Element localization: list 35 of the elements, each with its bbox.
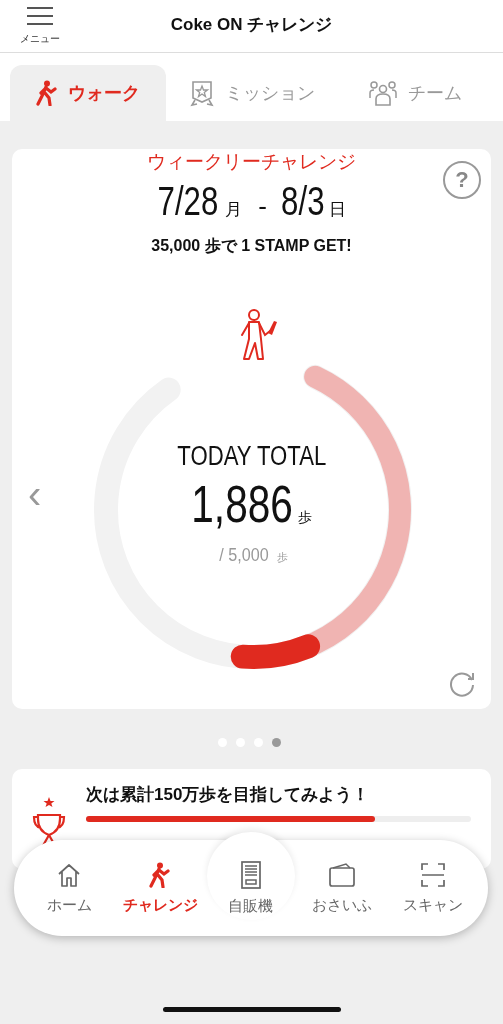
end-date: 8/3 [281,179,325,224]
tab[interactable]: ミッション [173,65,330,121]
goal-text: 35,000 歩で 1 STAMP GET! [150,236,353,256]
home-indicator[interactable] [163,1007,341,1012]
help-button[interactable]: ? [443,161,481,199]
badge-icon [188,79,215,107]
menu-icon [27,6,53,26]
page-title: Coke ON チャレンジ [170,14,333,36]
nav-item[interactable]: スキャン [387,861,478,915]
goal-message: 次は累計150万歩を目指してみよう！ [86,784,371,806]
nav-item[interactable]: ホーム [24,861,115,915]
nav-item[interactable]: 自販機 [205,860,297,916]
today-label: TODAY TOTAL [177,441,326,472]
walker-icon [35,80,58,106]
nav-item[interactable]: おさいふ [296,861,388,915]
challenge-title: ウィークリーチャレンジ [147,150,356,174]
steps-unit: 歩 [297,509,312,527]
tab[interactable]: チーム [337,65,493,121]
tab[interactable]: ウォーク [10,65,166,121]
nav-item[interactable]: チャレンジ [114,861,206,915]
start-weekday: 月 [225,199,243,221]
scan-icon [419,861,446,888]
end-weekday: 日 [328,199,346,221]
previous-button[interactable]: ‹ [28,474,42,514]
wallet-icon [327,861,356,888]
vending-machine-icon [240,860,262,889]
today-steps: 1,886 [191,474,294,534]
menu-button[interactable]: メニュー [12,6,68,46]
walker-icon [149,861,172,888]
date-separator: - [258,191,267,222]
people-icon [368,80,399,106]
target-unit: 歩 [276,550,288,565]
start-date: 7/28 [158,179,219,224]
page-dot[interactable] [272,738,281,747]
daily-target: / 5,000 [219,544,270,566]
